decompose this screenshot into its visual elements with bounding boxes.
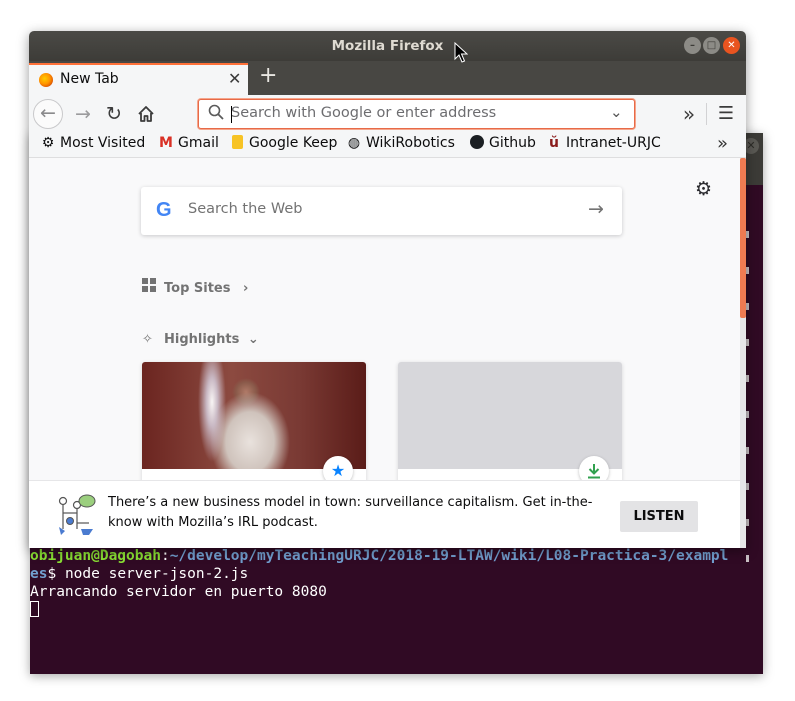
arrow-right-icon[interactable]: → <box>588 198 604 220</box>
search-icon <box>208 104 224 124</box>
terminal-command: node server-json-2.js <box>64 566 249 582</box>
terminal-cursor <box>30 601 39 617</box>
overflow-chevron-icon[interactable]: » <box>674 99 704 129</box>
chevron-down-icon: ⌄ <box>247 332 259 347</box>
gmail-icon: M <box>159 135 173 151</box>
terminal-command-line: es$ node server-json-2.js <box>30 565 763 583</box>
hamburger-menu-icon[interactable]: ☰ <box>711 99 741 129</box>
scrollbar-thumb[interactable] <box>740 158 746 318</box>
terminal-prompt-path: ~/develop/myTeachingURJC/2018-19-LTAW/wi… <box>169 548 729 564</box>
bookmark-intranet-urjc[interactable]: ŭ Intranet-URJC <box>546 135 661 151</box>
bookmark-label: Google Keep <box>249 135 338 151</box>
firefox-icon <box>39 73 53 87</box>
bookmarks-overflow-icon[interactable]: » <box>717 133 728 154</box>
forward-arrow-icon[interactable]: → <box>68 99 98 129</box>
tab-label: New Tab <box>60 71 119 87</box>
google-logo-icon: G <box>156 199 172 221</box>
minimize-icon[interactable]: – <box>684 37 701 54</box>
mouse-pointer-icon <box>454 42 468 63</box>
window-titlebar[interactable]: Mozilla Firefox – □ ✕ <box>29 31 746 61</box>
highlights-header[interactable]: ✧ Highlights ⌄ <box>142 332 259 347</box>
bookmark-label: Intranet-URJC <box>566 135 661 151</box>
back-arrow-icon[interactable]: ← <box>33 99 63 129</box>
top-sites-header[interactable]: Top Sites › <box>142 278 248 296</box>
terminal-prompt-line: obijuan@Dagobah:~/develop/myTeachingURJC… <box>30 547 763 565</box>
page-scrollbar[interactable] <box>740 158 746 548</box>
terminal-output-line: Arrancando servidor en puerto 8080 <box>30 584 327 600</box>
address-input[interactable] <box>231 105 601 121</box>
urjc-icon: ŭ <box>549 135 559 151</box>
bookmark-gmail[interactable]: M Gmail <box>158 135 219 151</box>
snippet-text: There’s a new business model in town: su… <box>108 495 593 530</box>
snippet-banner: There’s a new business model in town: su… <box>29 480 740 548</box>
toolbar-divider <box>706 103 707 125</box>
bookmark-label: Most Visited <box>60 135 146 151</box>
navigation-toolbar: ← → ↻ ⌄ » ☰ <box>29 95 746 133</box>
close-window-icon[interactable]: ✕ <box>723 37 740 54</box>
chevron-right-icon: › <box>243 281 249 296</box>
globe-icon: ◍ <box>347 135 361 151</box>
new-tab-plus-icon[interactable]: + <box>259 63 277 88</box>
text-caret <box>231 106 232 123</box>
top-sites-label: Top Sites <box>164 281 231 296</box>
bookmark-label: Gmail <box>178 135 219 151</box>
terminal-prompt-symbol: $ <box>47 566 65 582</box>
bookmarks-toolbar: ⚙ Most Visited M Gmail Google Keep ◍ WikiRo… <box>29 133 746 158</box>
listen-button[interactable]: LISTEN <box>620 501 698 532</box>
web-search-placeholder: Search the Web <box>188 201 303 217</box>
address-bar[interactable]: ⌄ <box>198 99 635 129</box>
home-icon[interactable] <box>131 99 161 129</box>
podcast-network-icon <box>53 493 99 537</box>
terminal-prompt-sep: : <box>160 548 170 564</box>
bookmark-label: Github <box>489 135 536 151</box>
tab-strip: New Tab ✕ + <box>29 61 746 95</box>
window-title: Mozilla Firefox <box>331 38 444 54</box>
bookmark-label: WikiRobotics <box>366 135 455 151</box>
bookmark-google-keep[interactable]: Google Keep <box>229 135 337 151</box>
terminal-output[interactable]: obijuan@Dagobah:~/develop/myTeachingURJC… <box>30 547 763 619</box>
grid-icon <box>142 278 158 296</box>
gear-icon[interactable]: ⚙ <box>695 178 712 200</box>
terminal-prompt-path-cont: es <box>30 566 48 582</box>
reload-icon[interactable]: ↻ <box>99 99 129 129</box>
github-icon <box>469 135 485 151</box>
terminal-prompt-user: obijuan@Dagobah <box>30 548 161 564</box>
highlight-thumbnail-placeholder <box>398 362 622 469</box>
tab-close-icon[interactable]: ✕ <box>228 69 241 88</box>
firefox-window[interactable]: Mozilla Firefox – □ ✕ New Tab ✕ + ← → ↻ … <box>29 31 746 548</box>
web-search-box[interactable]: G Search the Web → <box>141 187 622 235</box>
keep-icon <box>229 135 245 151</box>
bookmark-github[interactable]: Github <box>469 135 536 151</box>
bookmark-wikirobotics[interactable]: ◍ WikiRobotics <box>346 135 455 151</box>
gear-icon: ⚙ <box>41 135 55 151</box>
chevron-down-icon[interactable]: ⌄ <box>610 103 623 121</box>
tab-new-tab[interactable]: New Tab ✕ <box>29 63 248 95</box>
highlights-sparkle-icon: ✧ <box>142 332 153 347</box>
highlights-label: Highlights <box>164 332 240 347</box>
bookmark-most-visited[interactable]: ⚙ Most Visited <box>40 135 146 151</box>
highlight-thumbnail-image <box>142 362 366 469</box>
maximize-icon[interactable]: □ <box>703 37 720 54</box>
